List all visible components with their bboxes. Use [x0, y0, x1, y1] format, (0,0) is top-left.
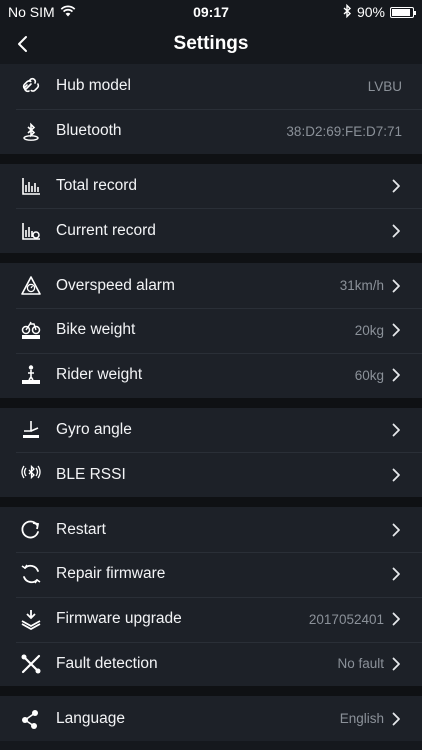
group-separator	[0, 153, 422, 164]
bluetooth-status-icon	[343, 3, 352, 21]
firmware-upgrade-icon	[15, 608, 47, 631]
rider-weight-icon	[15, 364, 47, 386]
overspeed-alarm-icon	[15, 275, 47, 297]
chevron-right-icon	[392, 712, 404, 726]
settings-group: Hub model LVBU Bluetooth 38:D2:69:FE:D7:71	[0, 64, 422, 154]
chevron-right-icon	[392, 612, 404, 626]
chevron-right-icon	[392, 423, 404, 437]
row-label: Restart	[56, 520, 106, 538]
settings-row-overspeed-alarm[interactable]: Overspeed alarm 31km/h	[0, 263, 422, 308]
chevron-right-icon	[392, 279, 404, 293]
ble-rssi-icon	[15, 464, 47, 486]
settings-row-bike-weight[interactable]: Bike weight 20kg	[0, 307, 422, 353]
restart-icon	[15, 519, 47, 541]
row-label: Gyro angle	[56, 420, 132, 438]
settings-row-restart[interactable]: Restart	[0, 507, 422, 552]
bluetooth-icon	[15, 120, 47, 142]
link-icon	[15, 75, 47, 97]
row-label: Repair firmware	[56, 565, 166, 583]
nav-bar: Settings	[0, 24, 422, 64]
row-value: 60kg	[354, 367, 384, 383]
row-label: Rider weight	[56, 366, 143, 384]
chevron-right-icon	[392, 657, 404, 671]
chevron-left-icon	[18, 36, 27, 52]
back-button[interactable]	[2, 24, 42, 64]
row-label: Firmware upgrade	[56, 610, 182, 628]
settings-row-total-record[interactable]: Total record	[0, 164, 422, 209]
row-value: 31km/h	[339, 278, 384, 294]
chevron-right-icon	[392, 323, 404, 337]
row-label: Current record	[56, 221, 156, 239]
fault-detection-icon	[15, 653, 47, 675]
settings-row-gyro-angle[interactable]: Gyro angle	[0, 408, 422, 453]
group-separator	[0, 497, 422, 508]
row-label: Overspeed alarm	[56, 276, 175, 294]
row-value: 2017052401	[308, 611, 384, 627]
row-label: Language	[56, 709, 125, 727]
settings-row-bluetooth: Bluetooth 38:D2:69:FE:D7:71	[0, 108, 422, 154]
current-record-icon	[15, 220, 47, 242]
settings-group: Overspeed alarm 31km/h Bike weight 20kg Ride…	[0, 263, 422, 398]
chevron-right-icon	[392, 224, 404, 238]
row-value: No fault	[337, 656, 384, 672]
settings-group: Total record Current record	[0, 163, 422, 254]
page-title: Settings	[173, 33, 249, 54]
settings-row-repair-firmware[interactable]: Repair firmware	[0, 551, 422, 597]
status-right: 90%	[343, 3, 416, 21]
settings-row-language[interactable]: Language English	[0, 696, 422, 741]
language-icon	[15, 708, 47, 730]
carrier-label: No SIM	[8, 4, 55, 20]
chevron-right-icon	[392, 523, 404, 537]
group-separator	[0, 686, 422, 697]
row-value: 20kg	[354, 322, 384, 338]
row-value: 38:D2:69:FE:D7:71	[286, 123, 402, 139]
settings-group: Language English	[0, 696, 422, 742]
row-label: BLE RSSI	[56, 465, 126, 483]
status-left: No SIM	[8, 4, 76, 20]
battery-icon	[390, 6, 416, 18]
chevron-right-icon	[392, 368, 404, 382]
row-label: Hub model	[56, 77, 131, 95]
row-label: Bluetooth	[56, 122, 122, 140]
row-value: English	[339, 711, 384, 727]
bike-weight-icon	[15, 319, 47, 341]
row-label: Bike weight	[56, 321, 136, 339]
group-separator	[0, 397, 422, 408]
settings-row-fault-detection[interactable]: Fault detection No fault	[0, 641, 422, 687]
settings-row-ble-rssi[interactable]: BLE RSSI	[0, 452, 422, 497]
total-record-icon	[15, 175, 47, 197]
settings-row-firmware-upgrade[interactable]: Firmware upgrade 2017052401	[0, 596, 422, 642]
settings-row-rider-weight[interactable]: Rider weight 60kg	[0, 352, 422, 398]
gyro-angle-icon	[15, 419, 47, 441]
settings-group: Gyro angle BLE RSSI	[0, 407, 422, 498]
settings-row-current-record[interactable]: Current record	[0, 208, 422, 253]
battery-percent: 90%	[356, 4, 385, 20]
status-bar: No SIM 09:17 90%	[0, 0, 422, 24]
row-label: Total record	[56, 176, 137, 194]
settings-group: Restart Repair firmware Firmware upgrade 20…	[0, 507, 422, 687]
wifi-icon	[60, 4, 76, 20]
settings-list: Hub model LVBU Bluetooth 38:D2:69:FE:D7:71 T…	[0, 64, 422, 742]
settings-row-hub-model: Hub model LVBU	[0, 64, 422, 109]
row-value: LVBU	[367, 78, 402, 94]
chevron-right-icon	[392, 567, 404, 581]
row-label: Fault detection	[56, 654, 158, 672]
group-separator	[0, 253, 422, 264]
repair-firmware-icon	[15, 563, 47, 585]
chevron-right-icon	[392, 179, 404, 193]
chevron-right-icon	[392, 468, 404, 482]
